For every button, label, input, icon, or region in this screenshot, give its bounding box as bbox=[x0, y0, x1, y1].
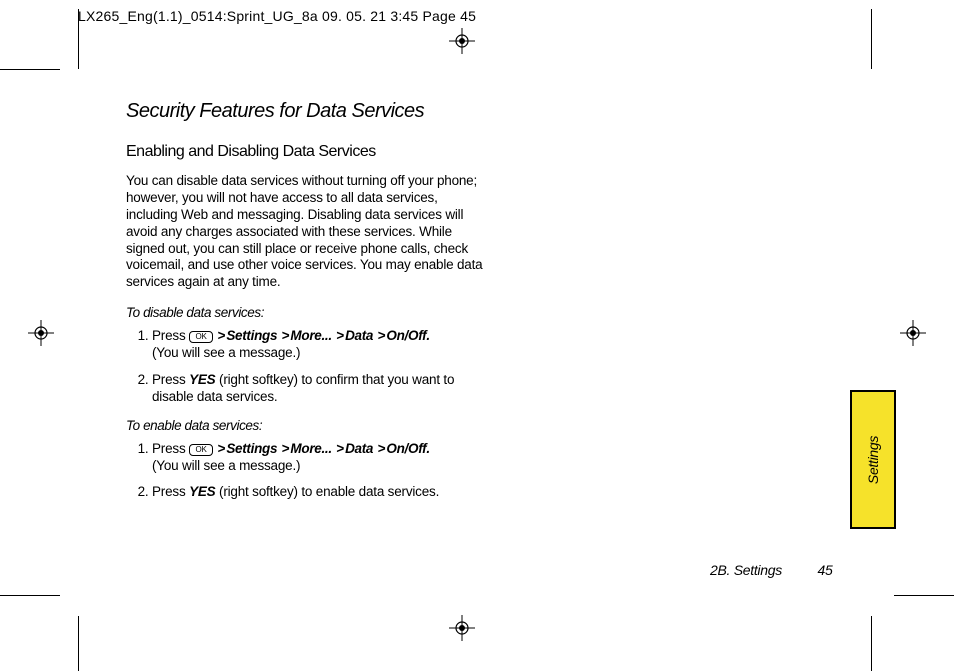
crop-mark bbox=[871, 9, 872, 69]
step-text: Press bbox=[152, 441, 189, 456]
section-title: Security Features for Data Services bbox=[126, 100, 486, 123]
page-number: 45 bbox=[817, 562, 832, 578]
step-note: (You will see a message.) bbox=[152, 345, 300, 360]
procedure-heading-disable: To disable data services: bbox=[126, 305, 486, 320]
registration-mark-icon bbox=[900, 320, 926, 346]
step-1: Press OK >Settings >More... >Data >On/Of… bbox=[152, 441, 486, 475]
crop-mark bbox=[894, 595, 954, 596]
chevron-right-icon: > bbox=[335, 328, 345, 343]
footer-section-label: 2B. Settings bbox=[710, 562, 782, 578]
menu-item: Data bbox=[345, 328, 373, 343]
chevron-right-icon: > bbox=[377, 441, 387, 456]
crop-mark bbox=[78, 9, 79, 69]
step-2: Press YES (right softkey) to confirm tha… bbox=[152, 372, 486, 406]
crop-mark bbox=[871, 616, 872, 671]
print-slugline: LX265_Eng(1.1)_0514:Sprint_UG_8a 09. 05.… bbox=[78, 8, 476, 24]
crop-mark bbox=[78, 616, 79, 671]
menu-item: Settings bbox=[226, 441, 277, 456]
page-footer: 2B. Settings 45 bbox=[710, 562, 832, 578]
thumb-tab-label: Settings bbox=[865, 435, 881, 483]
step-text: Press bbox=[152, 484, 189, 499]
step-text: Press bbox=[152, 328, 189, 343]
registration-mark-icon bbox=[449, 615, 475, 641]
page-content: Security Features for Data Services Enab… bbox=[126, 100, 866, 513]
chevron-right-icon: > bbox=[377, 328, 387, 343]
crop-mark bbox=[0, 595, 60, 596]
ok-key-icon: OK bbox=[189, 331, 213, 343]
procedure-heading-enable: To enable data services: bbox=[126, 418, 486, 433]
chevron-right-icon: > bbox=[335, 441, 345, 456]
steps-disable: Press OK >Settings >More... >Data >On/Of… bbox=[126, 328, 486, 406]
chevron-right-icon: > bbox=[217, 328, 227, 343]
step-2: Press YES (right softkey) to enable data… bbox=[152, 484, 486, 501]
step-1: Press OK >Settings >More... >Data >On/Of… bbox=[152, 328, 486, 362]
registration-mark-icon bbox=[449, 28, 475, 54]
menu-item: On/Off. bbox=[386, 328, 429, 343]
crop-mark bbox=[0, 69, 60, 70]
ok-key-icon: OK bbox=[189, 444, 213, 456]
menu-item: More... bbox=[290, 328, 331, 343]
chevron-right-icon: > bbox=[281, 441, 291, 456]
softkey-label: YES bbox=[189, 484, 215, 499]
intro-paragraph: You can disable data services without tu… bbox=[126, 173, 486, 291]
chevron-right-icon: > bbox=[217, 441, 227, 456]
menu-item: On/Off. bbox=[386, 441, 429, 456]
thumb-tab-settings: Settings bbox=[850, 390, 896, 529]
steps-enable: Press OK >Settings >More... >Data >On/Of… bbox=[126, 441, 486, 502]
chevron-right-icon: > bbox=[281, 328, 291, 343]
step-note: (You will see a message.) bbox=[152, 458, 300, 473]
menu-item: Settings bbox=[226, 328, 277, 343]
step-text: Press bbox=[152, 372, 189, 387]
registration-mark-icon bbox=[28, 320, 54, 346]
softkey-label: YES bbox=[189, 372, 215, 387]
step-text: (right softkey) to enable data services. bbox=[215, 484, 439, 499]
menu-item: Data bbox=[345, 441, 373, 456]
menu-item: More... bbox=[290, 441, 331, 456]
subheading: Enabling and Disabling Data Services bbox=[126, 143, 486, 161]
